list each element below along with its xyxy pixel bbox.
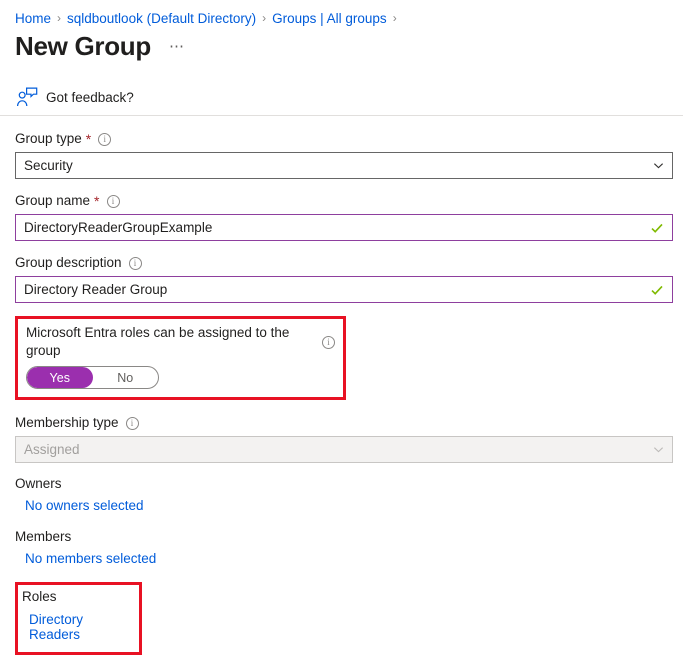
membership-type-select: Assigned [15, 436, 673, 463]
members-label: Members [15, 529, 72, 544]
group-name-label: Group name [15, 193, 91, 208]
membership-type-field: Membership type i Assigned [15, 414, 673, 463]
chevron-down-icon [653, 447, 664, 453]
group-type-label-row: Group type * i [15, 130, 673, 148]
owners-label: Owners [15, 476, 62, 491]
membership-type-label-row: Membership type i [15, 414, 673, 432]
entra-roles-toggle-no[interactable]: No [93, 367, 159, 388]
new-group-form: Group type * i Security Group name * i D… [0, 116, 683, 655]
membership-type-value: Assigned [24, 442, 80, 457]
page-title: New Group [15, 31, 151, 61]
got-feedback-label: Got feedback? [46, 89, 134, 105]
breadcrumb: Home › sqldboutlook (Default Directory) … [0, 0, 683, 28]
checkmark-icon [651, 285, 663, 295]
breadcrumb-separator-icon: › [262, 11, 267, 25]
group-description-field: Group description i Directory Reader Gro… [15, 254, 673, 303]
page-header: New Group ⋯ [0, 28, 683, 70]
ellipsis-icon[interactable]: ⋯ [169, 37, 186, 55]
info-icon[interactable]: i [128, 256, 142, 270]
entra-roles-highlight-box: Microsoft Entra roles can be assigned to… [15, 316, 346, 400]
breadcrumb-item-home[interactable]: Home [15, 11, 51, 26]
roles-label: Roles [22, 589, 57, 604]
entra-roles-toggle[interactable]: Yes No [26, 366, 159, 389]
group-description-value: Directory Reader Group [24, 282, 168, 297]
group-type-field: Group type * i Security [15, 130, 673, 179]
got-feedback-button[interactable]: Got feedback? [0, 80, 683, 114]
breadcrumb-separator-icon: › [392, 11, 397, 25]
roles-directory-readers-link[interactable]: Directory Readers [29, 612, 133, 642]
group-type-select[interactable]: Security [15, 152, 673, 179]
feedback-person-icon [17, 87, 38, 107]
entra-roles-toggle-yes[interactable]: Yes [27, 367, 93, 388]
checkmark-icon [651, 223, 663, 233]
membership-type-label: Membership type [15, 415, 119, 430]
breadcrumb-item-directory[interactable]: sqldboutlook (Default Directory) [67, 11, 256, 26]
required-marker: * [85, 131, 92, 147]
group-name-value: DirectoryReaderGroupExample [24, 220, 213, 235]
entra-roles-label-row: Microsoft Entra roles can be assigned to… [26, 324, 335, 360]
group-type-value: Security [24, 158, 73, 173]
entra-roles-label: Microsoft Entra roles can be assigned to… [26, 325, 290, 358]
breadcrumb-item-groups[interactable]: Groups | All groups [272, 11, 387, 26]
required-marker: * [94, 193, 100, 209]
group-description-input[interactable]: Directory Reader Group [15, 276, 673, 303]
group-name-label-row: Group name * i [15, 192, 673, 210]
group-name-field: Group name * i DirectoryReaderGroupExamp… [15, 192, 673, 241]
info-icon[interactable]: i [322, 335, 335, 349]
info-icon[interactable]: i [98, 132, 112, 146]
info-icon[interactable]: i [125, 416, 139, 430]
group-description-label: Group description [15, 255, 122, 270]
owners-select-link[interactable]: No owners selected [25, 498, 144, 513]
group-description-label-row: Group description i [15, 254, 673, 272]
group-name-input[interactable]: DirectoryReaderGroupExample [15, 214, 673, 241]
members-select-link[interactable]: No members selected [25, 551, 156, 566]
chevron-down-icon [653, 163, 664, 169]
group-type-label: Group type [15, 131, 82, 146]
roles-highlight-box: Roles Directory Readers [15, 582, 142, 655]
breadcrumb-separator-icon: › [57, 11, 62, 25]
info-icon[interactable]: i [106, 194, 120, 208]
members-section: Members No members selected [15, 529, 673, 568]
owners-section: Owners No owners selected [15, 476, 673, 515]
